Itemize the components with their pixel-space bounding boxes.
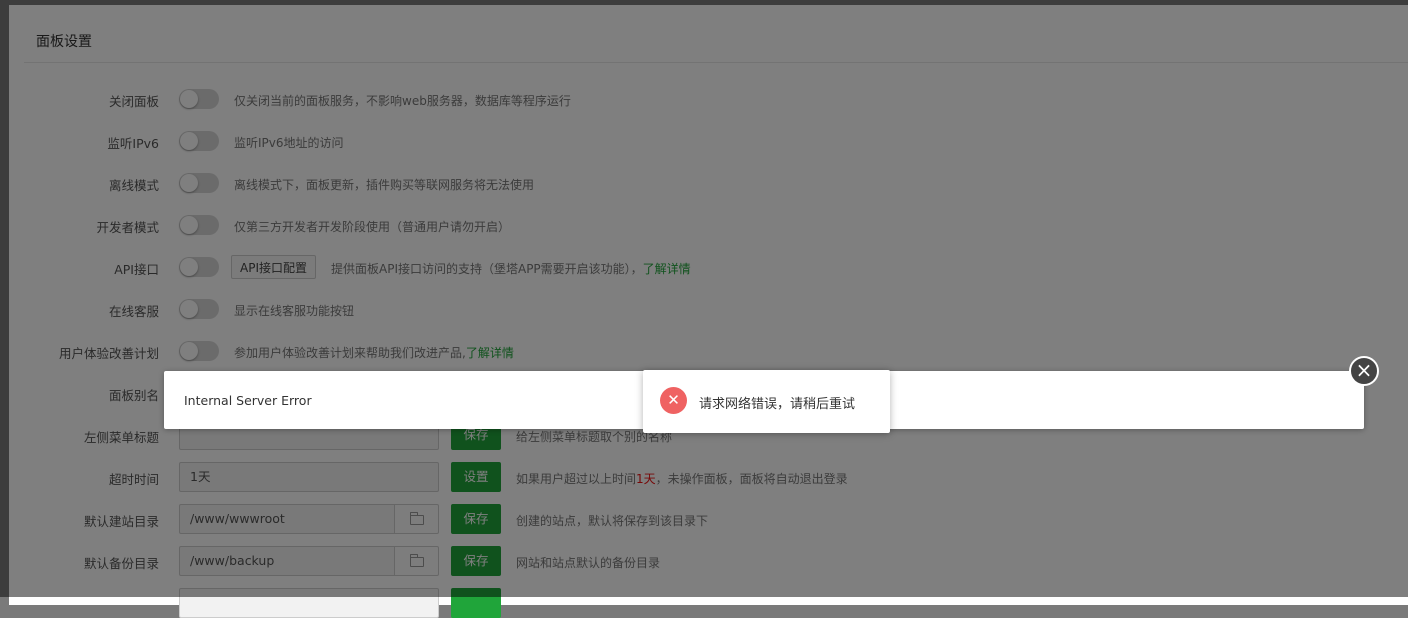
toast-message: 请求网络错误，请稍后重试: [699, 397, 856, 412]
error-toast: ✕ 请求网络错误，请稍后重试: [643, 370, 890, 433]
close-icon[interactable]: ×: [1349, 356, 1379, 386]
error-icon: ✕: [660, 387, 687, 414]
modal-overlay: [0, 0, 1408, 597]
modal-message: Internal Server Error: [184, 393, 312, 408]
